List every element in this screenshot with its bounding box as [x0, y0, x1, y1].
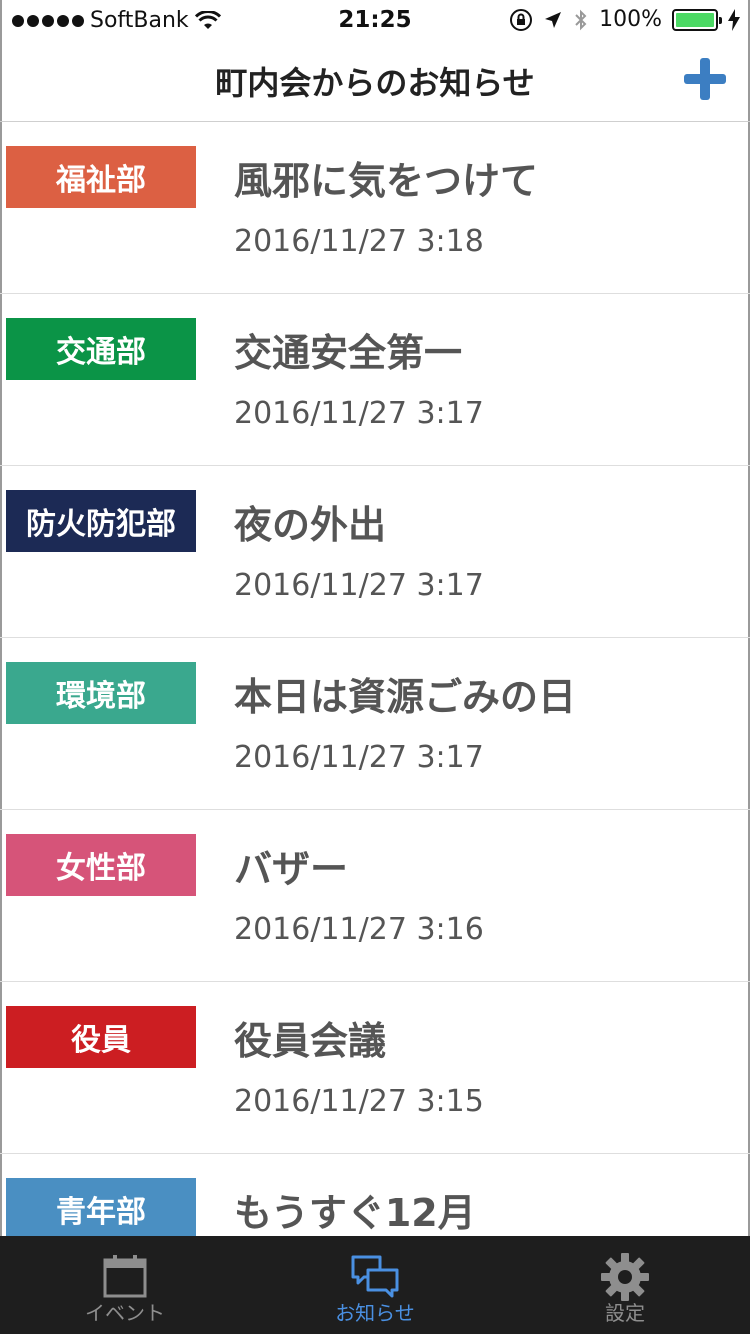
list-item[interactable]: 福祉部 風邪に気をつけて 2016/11/27 3:18: [0, 122, 750, 294]
list-item[interactable]: 環境部 本日は資源ごみの日 2016/11/27 3:17: [0, 638, 750, 810]
notice-title: もうすぐ12月: [234, 1191, 476, 1235]
battery-icon: [672, 8, 722, 31]
notice-list[interactable]: 福祉部 風邪に気をつけて 2016/11/27 3:18 交通部 交通安全第一 …: [0, 122, 750, 1236]
notice-date: 2016/11/27 3:17: [234, 740, 484, 775]
list-item[interactable]: 役員 役員会議 2016/11/27 3:15: [0, 982, 750, 1154]
tab-label: イベント: [85, 1301, 165, 1325]
category-badge: 福祉部: [6, 146, 196, 208]
category-badge: 環境部: [6, 662, 196, 724]
category-badge: 女性部: [6, 834, 196, 896]
charging-bolt-icon: [728, 8, 740, 31]
tab-notices[interactable]: お知らせ: [250, 1236, 500, 1334]
list-item[interactable]: 防火防犯部 夜の外出 2016/11/27 3:17: [0, 466, 750, 638]
tab-settings[interactable]: 設定: [500, 1236, 750, 1334]
page-title: 町内会からのお知らせ: [215, 64, 535, 102]
list-item[interactable]: 青年部 もうすぐ12月: [0, 1154, 750, 1236]
rotation-lock-icon: [510, 8, 533, 31]
tab-bar: イベント お知らせ 設定: [0, 1236, 750, 1334]
notice-date: 2016/11/27 3:17: [234, 396, 484, 431]
notice-title: 夜の外出: [234, 503, 387, 547]
notice-title: バザー: [234, 847, 349, 891]
status-bar: SoftBank 21:25 100%: [0, 0, 750, 40]
notice-title: 役員会議: [234, 1019, 387, 1063]
category-badge: 交通部: [6, 318, 196, 380]
battery-percent: 100%: [599, 7, 662, 32]
tab-label: 設定: [605, 1301, 645, 1325]
category-badge: 防火防犯部: [6, 490, 196, 552]
notice-date: 2016/11/27 3:18: [234, 224, 484, 259]
chat-bubbles-icon: [351, 1255, 399, 1298]
notice-title: 風邪に気をつけて: [234, 159, 539, 203]
category-badge: 役員: [6, 1006, 196, 1068]
navigation-bar: 町内会からのお知らせ: [0, 40, 750, 122]
tab-label: お知らせ: [335, 1301, 415, 1325]
bluetooth-icon: [575, 9, 587, 30]
add-notice-button[interactable]: [684, 58, 726, 100]
status-right: 100%: [509, 7, 740, 32]
calendar-icon: [103, 1255, 147, 1298]
category-badge: 青年部: [6, 1178, 196, 1236]
notice-date: 2016/11/27 3:16: [234, 912, 484, 947]
notice-title: 交通安全第一: [234, 331, 463, 375]
notice-date: 2016/11/27 3:17: [234, 568, 484, 603]
notice-title: 本日は資源ごみの日: [234, 675, 577, 719]
list-item[interactable]: 交通部 交通安全第一 2016/11/27 3:17: [0, 294, 750, 466]
gear-icon: [601, 1253, 649, 1301]
location-arrow-icon: [545, 11, 562, 28]
notice-date: 2016/11/27 3:15: [234, 1084, 484, 1119]
list-item[interactable]: 女性部 バザー 2016/11/27 3:16: [0, 810, 750, 982]
tab-events[interactable]: イベント: [0, 1236, 250, 1334]
